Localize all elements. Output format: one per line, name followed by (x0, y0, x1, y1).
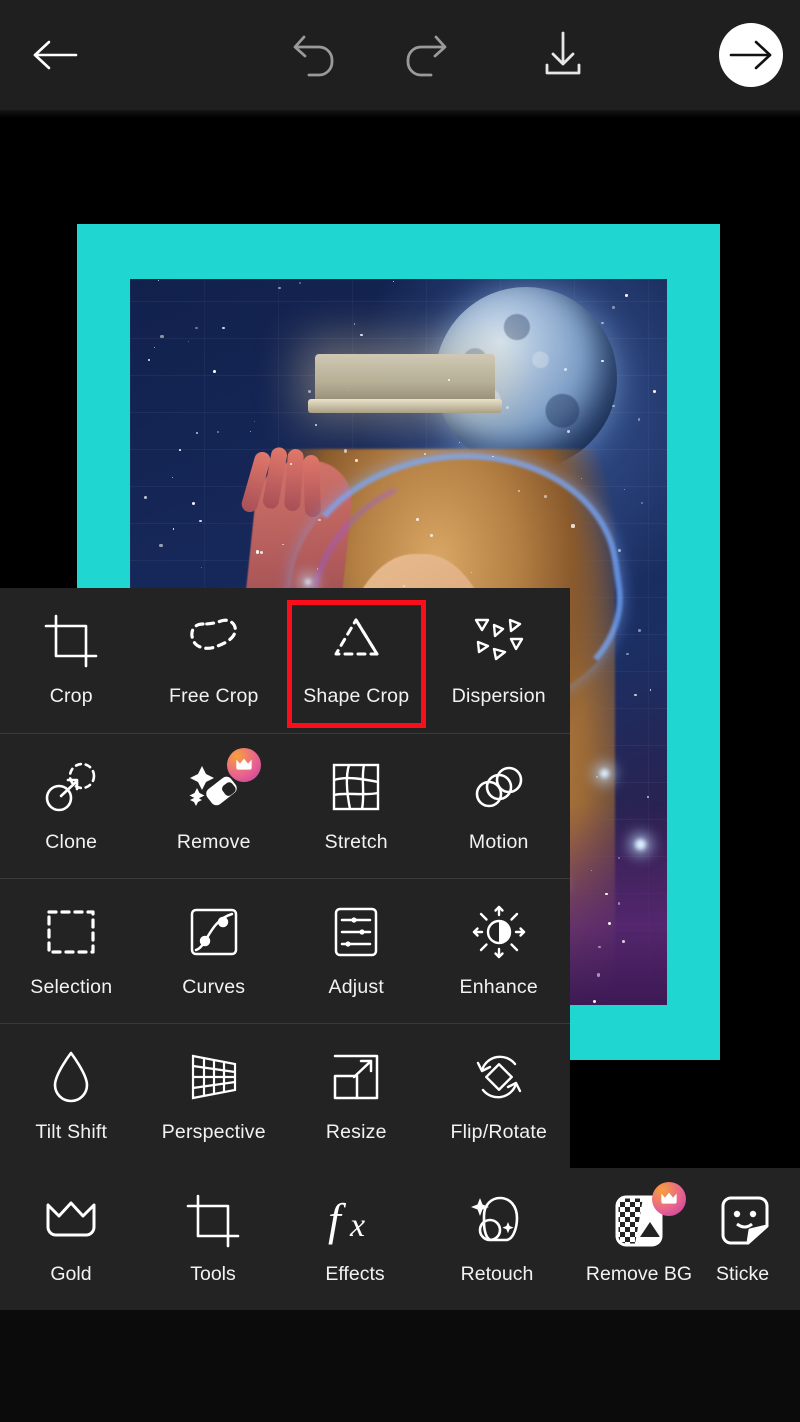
tool-adjust[interactable]: Adjust (285, 879, 428, 1023)
tool-label: Free Crop (168, 685, 259, 707)
tool-label: Enhance (459, 976, 538, 998)
retouch-face-icon (468, 1190, 526, 1252)
tools-panel: Crop Free Crop Shape Crop Dispersion Clon… (0, 588, 570, 1168)
next-button-circle (719, 23, 783, 87)
toolbar-divider (0, 110, 800, 118)
dispersion-icon (470, 610, 528, 672)
resize-icon (327, 1046, 385, 1108)
tilt-shift-drop-icon (42, 1046, 100, 1108)
tool-row: Tilt Shift Perspective Resize Flip/Rotat… (0, 1023, 570, 1168)
tool-resize[interactable]: Resize (285, 1024, 428, 1168)
tool-crop[interactable]: Crop (0, 588, 143, 733)
arrow-left-icon (33, 40, 78, 70)
tool-label: Clone (45, 831, 98, 853)
nav-label: Tools (190, 1263, 236, 1285)
redo-button[interactable] (370, 0, 480, 110)
tool-flip-rotate[interactable]: Flip/Rotate (428, 1024, 571, 1168)
tool-label: Shape Crop (303, 685, 410, 707)
nav-label: Effects (325, 1263, 385, 1285)
shape-crop-icon (327, 610, 385, 672)
enhance-icon (470, 901, 528, 963)
nav-effects[interactable]: f x Effects (284, 1168, 426, 1286)
tool-label: Motion (468, 831, 529, 853)
sticker-icon (716, 1190, 774, 1252)
tool-label: Stretch (324, 831, 388, 853)
clone-icon (42, 756, 100, 818)
crop-icon (184, 1190, 242, 1252)
premium-crown-badge (226, 748, 261, 782)
tool-label: Curves (182, 976, 246, 998)
svg-text:f: f (328, 1194, 347, 1245)
crop-icon (42, 610, 100, 672)
nav-label: Remove BG (585, 1263, 693, 1285)
fx-icon: f x (324, 1190, 386, 1252)
tool-free-crop[interactable]: Free Crop (143, 588, 286, 733)
crown-icon (661, 1192, 677, 1204)
redo-icon (406, 35, 447, 77)
tool-curves[interactable]: Curves (143, 879, 286, 1023)
nav-gold[interactable]: Gold (0, 1168, 142, 1286)
arrow-right-icon (729, 40, 772, 70)
motion-icon (470, 756, 528, 818)
tool-dispersion[interactable]: Dispersion (428, 588, 571, 733)
remove-eraser-icon (185, 748, 261, 818)
tool-label: Selection (30, 976, 113, 998)
tool-motion[interactable]: Motion (428, 734, 571, 878)
flip-rotate-icon (470, 1046, 528, 1108)
tool-label: Dispersion (451, 685, 546, 707)
stretch-grid-icon (327, 756, 385, 818)
tool-remove[interactable]: Remove (143, 734, 286, 878)
tool-clone[interactable]: Clone (0, 734, 143, 878)
tool-row: Clone Remove Stretch Motion (0, 733, 570, 878)
selection-icon (42, 901, 100, 963)
adjust-sliders-icon (327, 901, 385, 963)
bottom-navigation-bar: Gold Tools f x Effects Retouch Remove BG (0, 1168, 800, 1310)
curves-icon (185, 901, 243, 963)
top-toolbar (0, 0, 800, 110)
back-button[interactable] (0, 0, 110, 110)
tool-label: Tilt Shift (35, 1121, 108, 1143)
bottom-safe-area (0, 1310, 800, 1422)
nav-retouch[interactable]: Retouch (426, 1168, 568, 1286)
download-icon (545, 31, 581, 75)
tool-label: Flip/Rotate (450, 1121, 547, 1143)
tool-selection[interactable]: Selection (0, 879, 143, 1023)
nav-remove-bg[interactable]: Remove BG (568, 1168, 710, 1286)
photo-editor-screen: Crop Free Crop Shape Crop Dispersion Clon… (0, 0, 800, 1422)
next-button[interactable] (719, 0, 783, 110)
tool-perspective[interactable]: Perspective (143, 1024, 286, 1168)
tool-label: Adjust (328, 976, 384, 998)
tool-tilt-shift[interactable]: Tilt Shift (0, 1024, 143, 1168)
tool-enhance[interactable]: Enhance (428, 879, 571, 1023)
premium-crown-badge (652, 1182, 686, 1216)
svg-text:x: x (349, 1207, 365, 1244)
nav-tools[interactable]: Tools (142, 1168, 284, 1286)
perspective-icon (185, 1046, 243, 1108)
remove-bg-icon (610, 1182, 686, 1252)
tool-label: Perspective (161, 1121, 266, 1143)
tool-label: Resize (325, 1121, 387, 1143)
nav-sticke[interactable]: Sticke (710, 1168, 800, 1286)
nav-label: Sticke (716, 1263, 770, 1285)
tool-shape-crop[interactable]: Shape Crop (285, 588, 428, 733)
undo-button[interactable] (260, 0, 370, 110)
tool-label: Crop (49, 685, 93, 707)
tool-label: Remove (176, 831, 251, 853)
tool-row: Selection Curves Adjust Enhance (0, 878, 570, 1023)
undo-icon (293, 35, 334, 77)
tool-stretch[interactable]: Stretch (285, 734, 428, 878)
crown-icon (236, 758, 252, 770)
nav-label: Gold (50, 1263, 92, 1285)
nav-label: Retouch (460, 1263, 534, 1285)
save-button[interactable] (508, 0, 618, 110)
crown-icon (42, 1190, 100, 1252)
tool-row: Crop Free Crop Shape Crop Dispersion (0, 588, 570, 733)
free-crop-icon (185, 610, 243, 672)
